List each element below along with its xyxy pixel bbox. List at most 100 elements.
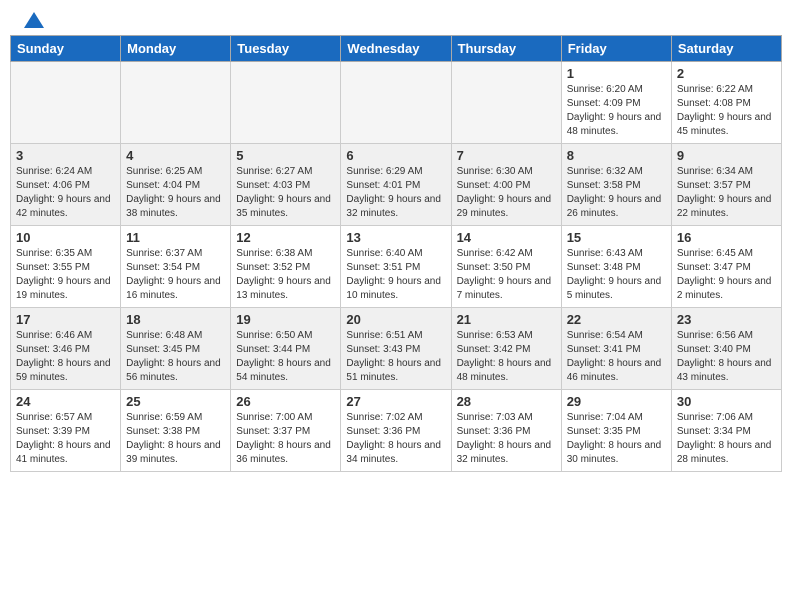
day-number: 8 <box>567 148 666 163</box>
calendar-cell <box>451 62 561 144</box>
calendar-cell: 4 Sunrise: 6:25 AMSunset: 4:04 PMDaylight… <box>121 144 231 226</box>
day-info: Sunrise: 6:53 AMSunset: 3:42 PMDaylight:… <box>457 329 556 385</box>
calendar-cell: 1 Sunrise: 6:20 AMSunset: 4:09 PMDaylight… <box>561 62 671 144</box>
calendar-cell: 17 Sunrise: 6:46 AMSunset: 3:46 PMDayligh… <box>11 308 121 390</box>
day-info: Sunrise: 6:34 AMSunset: 3:57 PMDaylight:… <box>677 165 776 221</box>
day-info: Sunrise: 6:35 AMSunset: 3:55 PMDaylight:… <box>16 247 115 303</box>
day-info: Sunrise: 6:50 AMSunset: 3:44 PMDaylight:… <box>236 329 335 385</box>
day-number: 21 <box>457 312 556 327</box>
day-info: Sunrise: 7:03 AMSunset: 3:36 PMDaylight:… <box>457 411 556 467</box>
calendar-cell: 5 Sunrise: 6:27 AMSunset: 4:03 PMDaylight… <box>231 144 341 226</box>
day-info: Sunrise: 6:40 AMSunset: 3:51 PMDaylight:… <box>346 247 445 303</box>
calendar-cell <box>231 62 341 144</box>
day-info: Sunrise: 6:24 AMSunset: 4:06 PMDaylight:… <box>16 165 115 221</box>
calendar-cell: 9 Sunrise: 6:34 AMSunset: 3:57 PMDaylight… <box>671 144 781 226</box>
calendar-cell: 12 Sunrise: 6:38 AMSunset: 3:52 PMDayligh… <box>231 226 341 308</box>
calendar-cell: 8Sunrise: 6:32 AMSunset: 3:58 PMDaylight… <box>561 144 671 226</box>
day-info: Sunrise: 7:04 AMSunset: 3:35 PMDaylight:… <box>567 411 666 467</box>
day-info: Sunrise: 6:48 AMSunset: 3:45 PMDaylight:… <box>126 329 225 385</box>
day-number: 17 <box>16 312 115 327</box>
column-header-sunday: Sunday <box>11 36 121 62</box>
calendar-week-3: 10 Sunrise: 6:35 AMSunset: 3:55 PMDayligh… <box>11 226 782 308</box>
day-info: Sunrise: 6:37 AMSunset: 3:54 PMDaylight:… <box>126 247 225 303</box>
day-info: Sunrise: 6:20 AMSunset: 4:09 PMDaylight:… <box>567 83 666 139</box>
day-info: Sunrise: 7:06 AMSunset: 3:34 PMDaylight:… <box>677 411 776 467</box>
calendar-cell: 13 Sunrise: 6:40 AMSunset: 3:51 PMDayligh… <box>341 226 451 308</box>
calendar-table: SundayMondayTuesdayWednesdayThursdayFrid… <box>10 35 782 472</box>
day-number: 2 <box>677 66 776 81</box>
day-info: Sunrise: 6:57 AMSunset: 3:39 PMDaylight:… <box>16 411 115 467</box>
column-header-tuesday: Tuesday <box>231 36 341 62</box>
day-info: Sunrise: 6:42 AMSunset: 3:50 PMDaylight:… <box>457 247 556 303</box>
day-number: 14 <box>457 230 556 245</box>
calendar-cell: 26 Sunrise: 7:00 AMSunset: 3:37 PMDayligh… <box>231 390 341 472</box>
calendar-cell <box>11 62 121 144</box>
day-info: Sunrise: 6:59 AMSunset: 3:38 PMDaylight:… <box>126 411 225 467</box>
day-info: Sunrise: 6:30 AMSunset: 4:00 PMDaylight:… <box>457 165 556 221</box>
day-info: Sunrise: 6:56 AMSunset: 3:40 PMDaylight:… <box>677 329 776 385</box>
day-number: 3 <box>16 148 115 163</box>
calendar-cell: 25Sunrise: 6:59 AMSunset: 3:38 PMDayligh… <box>121 390 231 472</box>
day-number: 16 <box>677 230 776 245</box>
calendar-cell <box>341 62 451 144</box>
calendar-cell: 18 Sunrise: 6:48 AMSunset: 3:45 PMDayligh… <box>121 308 231 390</box>
day-number: 27 <box>346 394 445 409</box>
calendar-cell: 20Sunrise: 6:51 AMSunset: 3:43 PMDayligh… <box>341 308 451 390</box>
day-number: 22 <box>567 312 666 327</box>
calendar-cell: 22 Sunrise: 6:54 AMSunset: 3:41 PMDayligh… <box>561 308 671 390</box>
column-header-saturday: Saturday <box>671 36 781 62</box>
column-header-wednesday: Wednesday <box>341 36 451 62</box>
day-number: 26 <box>236 394 335 409</box>
day-number: 23 <box>677 312 776 327</box>
day-number: 10 <box>16 230 115 245</box>
column-header-thursday: Thursday <box>451 36 561 62</box>
column-header-friday: Friday <box>561 36 671 62</box>
calendar-cell: 27 Sunrise: 7:02 AMSunset: 3:36 PMDayligh… <box>341 390 451 472</box>
day-number: 19 <box>236 312 335 327</box>
logo <box>20 10 46 30</box>
calendar-cell: 10 Sunrise: 6:35 AMSunset: 3:55 PMDayligh… <box>11 226 121 308</box>
day-info: Sunrise: 6:38 AMSunset: 3:52 PMDaylight:… <box>236 247 335 303</box>
calendar-cell: 14 Sunrise: 6:42 AMSunset: 3:50 PMDayligh… <box>451 226 561 308</box>
day-number: 30 <box>677 394 776 409</box>
calendar-cell: 30 Sunrise: 7:06 AMSunset: 3:34 PMDayligh… <box>671 390 781 472</box>
day-number: 6 <box>346 148 445 163</box>
calendar-cell: 24 Sunrise: 6:57 AMSunset: 3:39 PMDayligh… <box>11 390 121 472</box>
logo-icon <box>22 10 46 34</box>
day-number: 29 <box>567 394 666 409</box>
day-number: 5 <box>236 148 335 163</box>
day-info: Sunrise: 6:45 AMSunset: 3:47 PMDaylight:… <box>677 247 776 303</box>
day-number: 24 <box>16 394 115 409</box>
day-number: 1 <box>567 66 666 81</box>
calendar-week-4: 17 Sunrise: 6:46 AMSunset: 3:46 PMDayligh… <box>11 308 782 390</box>
day-number: 7 <box>457 148 556 163</box>
day-info: Sunrise: 7:00 AMSunset: 3:37 PMDaylight:… <box>236 411 335 467</box>
calendar-week-5: 24 Sunrise: 6:57 AMSunset: 3:39 PMDayligh… <box>11 390 782 472</box>
calendar-cell: 2Sunrise: 6:22 AMSunset: 4:08 PMDaylight… <box>671 62 781 144</box>
day-info: Sunrise: 7:02 AMSunset: 3:36 PMDaylight:… <box>346 411 445 467</box>
day-number: 12 <box>236 230 335 245</box>
day-info: Sunrise: 6:25 AMSunset: 4:04 PMDaylight:… <box>126 165 225 221</box>
column-header-monday: Monday <box>121 36 231 62</box>
day-number: 15 <box>567 230 666 245</box>
calendar-cell: 21 Sunrise: 6:53 AMSunset: 3:42 PMDayligh… <box>451 308 561 390</box>
day-number: 11 <box>126 230 225 245</box>
day-info: Sunrise: 6:51 AMSunset: 3:43 PMDaylight:… <box>346 329 445 385</box>
calendar-cell: 11 Sunrise: 6:37 AMSunset: 3:54 PMDayligh… <box>121 226 231 308</box>
day-number: 4 <box>126 148 225 163</box>
calendar-week-1: 1 Sunrise: 6:20 AMSunset: 4:09 PMDaylight… <box>11 62 782 144</box>
day-info: Sunrise: 6:29 AMSunset: 4:01 PMDaylight:… <box>346 165 445 221</box>
page-header <box>0 0 792 35</box>
day-number: 9 <box>677 148 776 163</box>
day-info: Sunrise: 6:54 AMSunset: 3:41 PMDaylight:… <box>567 329 666 385</box>
calendar-cell: 29 Sunrise: 7:04 AMSunset: 3:35 PMDayligh… <box>561 390 671 472</box>
calendar-week-2: 3 Sunrise: 6:24 AMSunset: 4:06 PMDaylight… <box>11 144 782 226</box>
calendar-cell: 3 Sunrise: 6:24 AMSunset: 4:06 PMDaylight… <box>11 144 121 226</box>
day-info: Sunrise: 6:27 AMSunset: 4:03 PMDaylight:… <box>236 165 335 221</box>
day-info: Sunrise: 6:46 AMSunset: 3:46 PMDaylight:… <box>16 329 115 385</box>
day-number: 18 <box>126 312 225 327</box>
day-number: 13 <box>346 230 445 245</box>
calendar-cell: 28Sunrise: 7:03 AMSunset: 3:36 PMDayligh… <box>451 390 561 472</box>
calendar-cell: 7 Sunrise: 6:30 AMSunset: 4:00 PMDaylight… <box>451 144 561 226</box>
calendar-cell: 23 Sunrise: 6:56 AMSunset: 3:40 PMDayligh… <box>671 308 781 390</box>
